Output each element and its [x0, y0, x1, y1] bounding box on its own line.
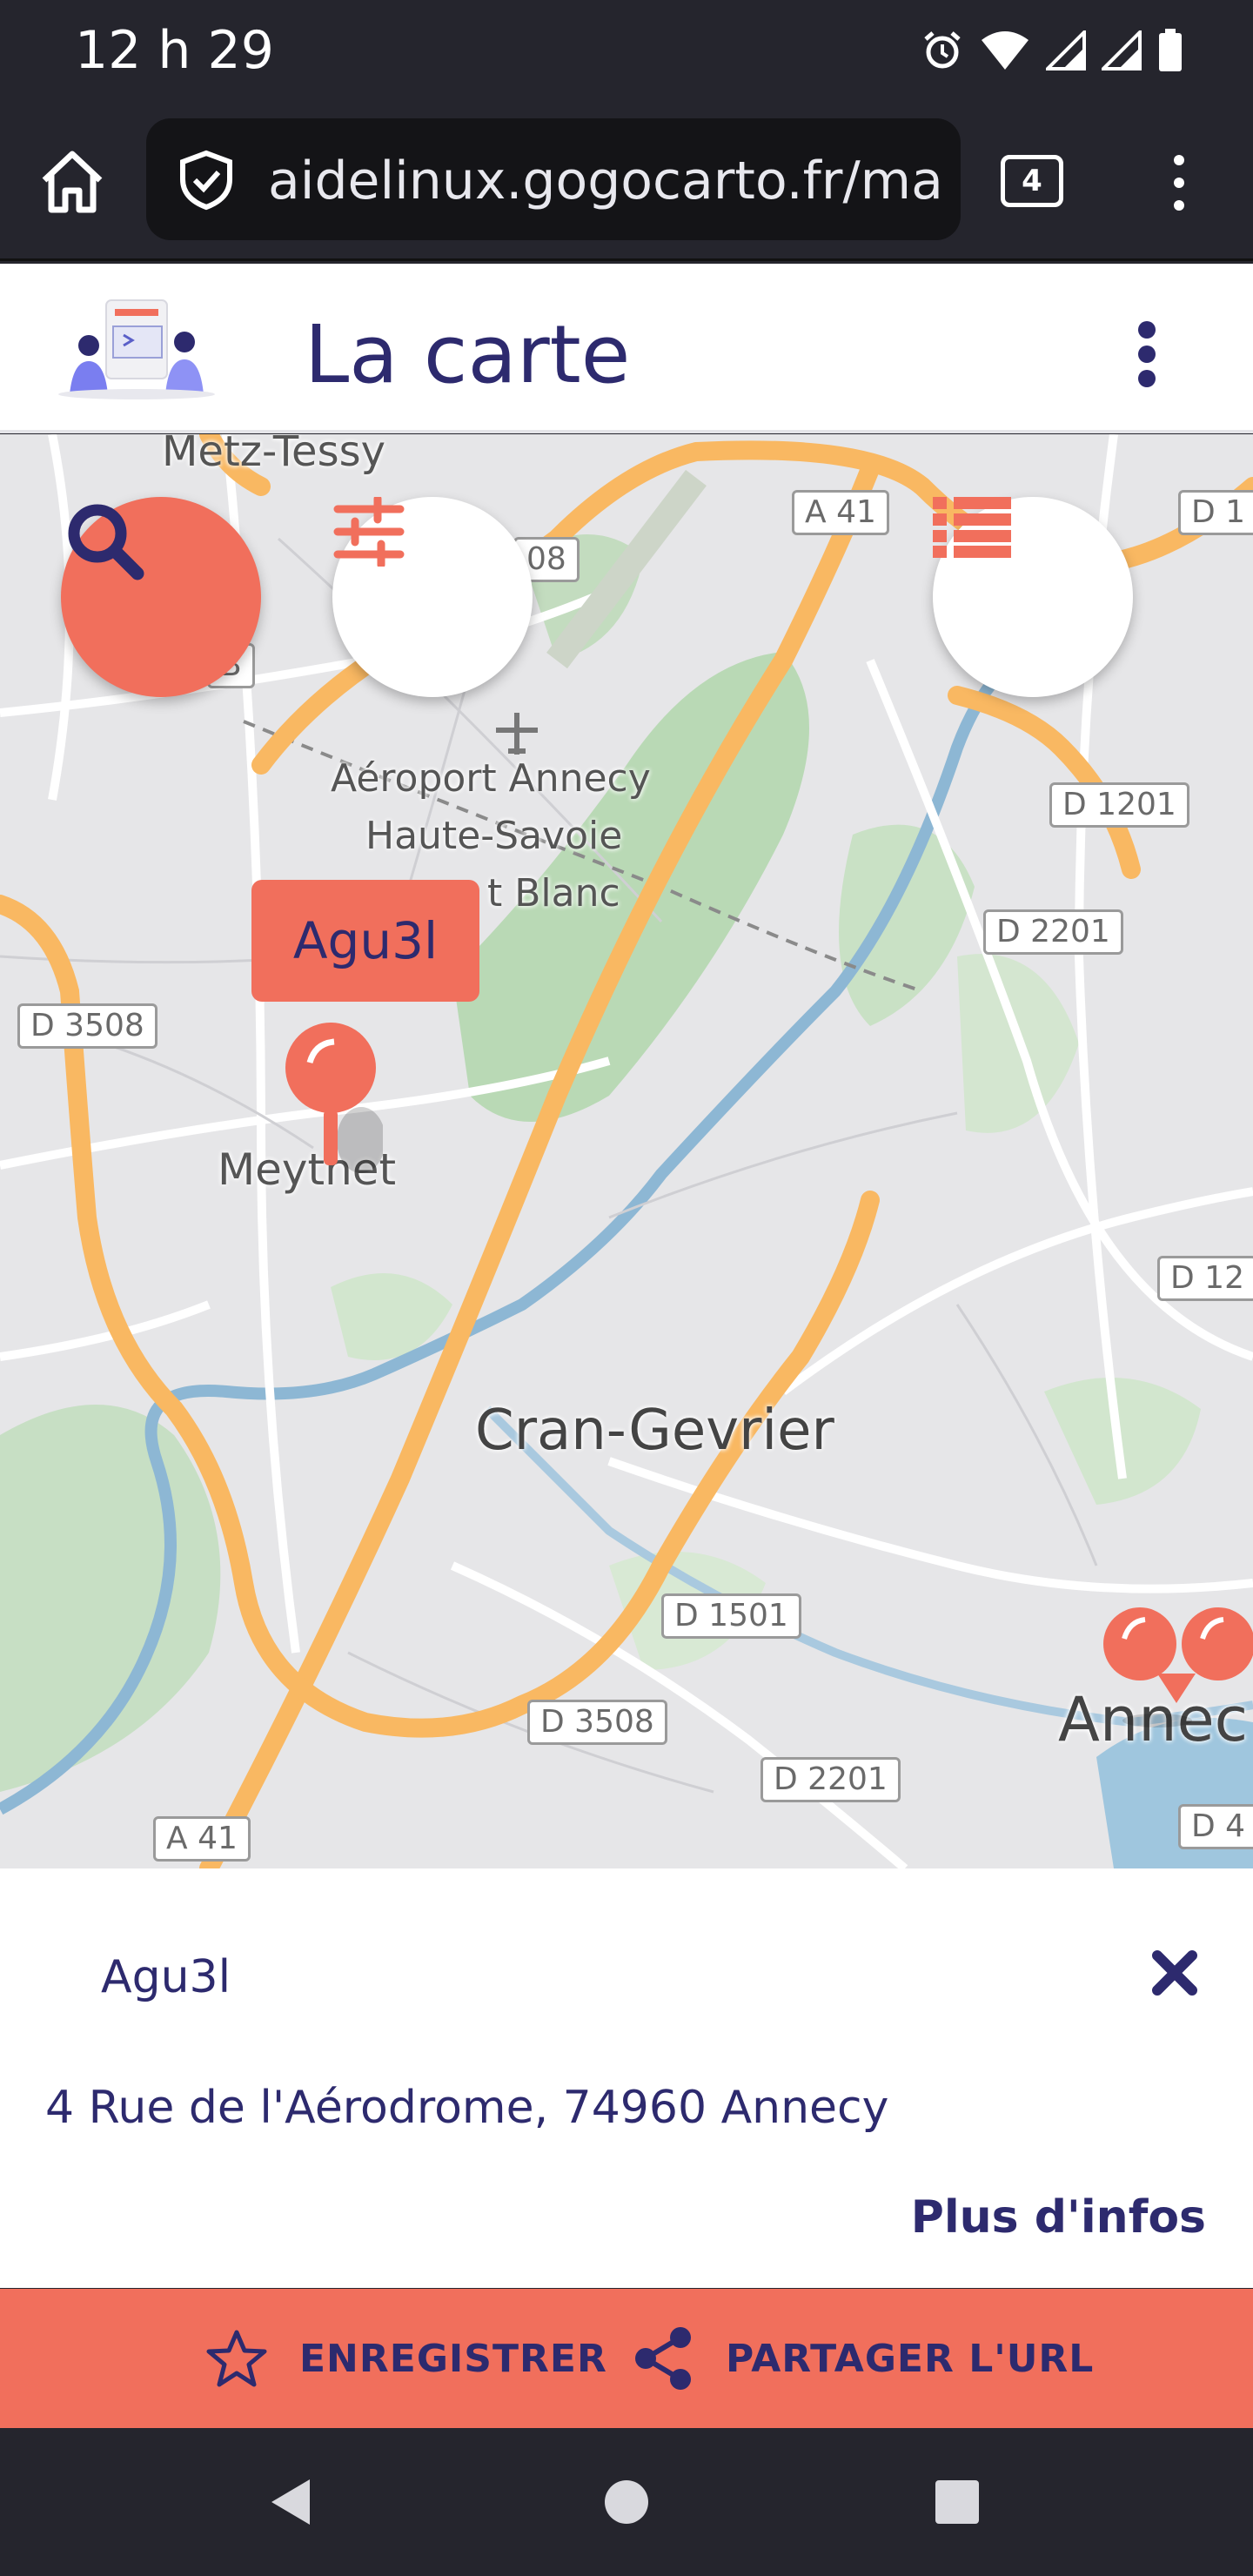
signal-icon-2	[1102, 30, 1142, 70]
save-label: ENREGISTRER	[299, 2336, 607, 2381]
road-label: D 2201	[983, 909, 1123, 955]
place-label-airport-2: Haute-Savoie	[365, 814, 623, 858]
search-button[interactable]	[61, 497, 261, 697]
shield-check-icon	[180, 150, 232, 211]
place-label-airport-3: t Blanc	[487, 871, 620, 916]
road-label: D 3508	[17, 1003, 157, 1049]
list-icon	[933, 497, 1011, 558]
back-triangle-icon	[271, 2479, 310, 2525]
save-button[interactable]: ENREGISTRER	[202, 2289, 607, 2428]
browser-toolbar: aidelinux.gogocarto.fr/ma 4	[0, 104, 1253, 261]
logo[interactable]	[54, 292, 219, 405]
list-view-button[interactable]	[933, 497, 1133, 697]
share-url-button[interactable]: PARTAGER L'URL	[628, 2289, 1094, 2428]
road-label: D 2201	[761, 1757, 901, 1802]
back-button[interactable]	[256, 2467, 325, 2537]
tabs-button[interactable]: 4	[1001, 155, 1063, 207]
element-address: 4 Rue de l'Aérodrome, 74960 Annecy	[45, 2082, 889, 2134]
element-name: Agu3l	[101, 1951, 231, 2003]
system-nav-bar	[0, 2428, 1253, 2576]
signal-icon-1	[1046, 30, 1086, 70]
url-text: aidelinux.gogocarto.fr/ma	[268, 151, 943, 211]
url-bar[interactable]: aidelinux.gogocarto.fr/ma	[146, 118, 961, 240]
home-icon	[42, 151, 103, 213]
road-label: D 12	[1157, 1256, 1253, 1301]
wifi-icon	[982, 31, 1029, 70]
airport-icon	[496, 713, 538, 755]
home-nav-button[interactable]	[592, 2467, 661, 2537]
map-marker-cluster[interactable]	[1096, 1607, 1253, 1738]
marker-label[interactable]: Agu3l	[251, 880, 479, 1002]
battery-icon	[1159, 29, 1182, 71]
filter-button[interactable]	[332, 497, 533, 697]
search-icon	[68, 504, 144, 580]
share-icon	[635, 2327, 691, 2390]
recents-square-icon	[935, 2480, 979, 2524]
browser-menu-button[interactable]	[1157, 146, 1201, 219]
close-button[interactable]	[1140, 1938, 1209, 2008]
place-label-airport: Aéroport Annecy	[331, 756, 651, 801]
home-circle-icon	[605, 2480, 648, 2524]
home-button[interactable]	[33, 143, 111, 221]
status-icons	[921, 24, 1183, 77]
road-label: D 3508	[527, 1700, 667, 1745]
road-label: D 1	[1178, 490, 1253, 535]
road-label: A 41	[792, 490, 889, 535]
place-label-cran-gevrier: Cran-Gevrier	[475, 1399, 834, 1463]
app-menu-button[interactable]	[1122, 314, 1171, 392]
alarm-icon	[924, 31, 961, 69]
close-icon	[1152, 1950, 1197, 1996]
star-icon	[206, 2330, 267, 2387]
road-label: A 41	[153, 1816, 251, 1862]
action-bar: ENREGISTRER PARTAGER L'URL	[0, 2289, 1253, 2428]
sliders-icon	[333, 497, 405, 567]
status-time: 12 h 29	[75, 20, 274, 81]
recents-button[interactable]	[922, 2467, 992, 2537]
more-info-link[interactable]: Plus d'infos	[911, 2187, 1206, 2248]
element-info-panel: Agu3l 4 Rue de l'Aérodrome, 74960 Annecy…	[0, 1868, 1253, 2288]
app-header: La carte	[0, 264, 1253, 433]
map[interactable]: Metz-Tessy Aéroport Annecy Haute-Savoie …	[0, 434, 1253, 1868]
map-marker-selected[interactable]	[278, 1023, 383, 1188]
road-label: D 1201	[1049, 782, 1189, 828]
road-label: D 4	[1178, 1804, 1253, 1849]
road-label: D 1501	[661, 1593, 801, 1639]
status-bar: 12 h 29	[0, 0, 1253, 104]
place-label-metz-tessy: Metz-Tessy	[162, 434, 385, 476]
share-label: PARTAGER L'URL	[726, 2336, 1095, 2381]
page-title: La carte	[305, 308, 631, 401]
